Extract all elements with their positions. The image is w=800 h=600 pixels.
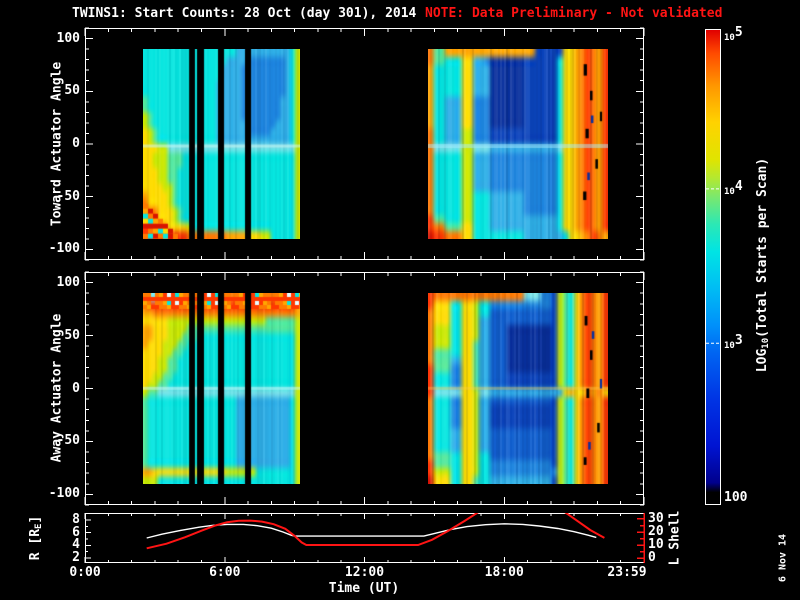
- page-title: TWINS1: Start Counts: 28 Oct (day 301), …: [72, 6, 417, 21]
- x-tick-label: 23:59: [607, 565, 647, 580]
- datestamp: 6 Nov 14: [777, 533, 789, 583]
- heatmap-block-canvas-2: [143, 293, 300, 484]
- colorbar: [705, 29, 721, 505]
- y-tick-label: -100: [48, 241, 80, 257]
- colorbar-tick-label: 100: [724, 489, 748, 505]
- colorbar-tick-label: 104: [724, 178, 743, 197]
- heatmap-block-canvas-3: [428, 293, 608, 484]
- r-tick-label: 8: [72, 511, 80, 527]
- y-tick-label: -50: [56, 188, 80, 204]
- y-tick-label: 0: [72, 136, 80, 151]
- x-tick-label: 18:00: [484, 565, 524, 580]
- colorbar-gradient: [706, 30, 720, 493]
- preliminary-note: NOTE: Data Preliminary - Not validated: [425, 6, 723, 21]
- y-tick-label: -100: [48, 486, 80, 502]
- y-tick-label: 100: [56, 30, 80, 46]
- r-tick-label: 2: [72, 549, 80, 565]
- x-tick-label: 12:00: [344, 565, 385, 580]
- x-tick-label: 0:00: [69, 565, 101, 580]
- y-tick-label: 0: [72, 380, 80, 396]
- l-tick-label: 0: [648, 550, 656, 566]
- heatmap-block-canvas-0: [143, 49, 300, 239]
- colorbar-tick-label: 103: [724, 333, 743, 352]
- heatmap-block-canvas-1: [428, 49, 608, 239]
- x-axis-label: Time (UT): [328, 581, 400, 596]
- y-tick-label: 50: [64, 83, 80, 99]
- y-tick-label: 50: [64, 327, 80, 343]
- colorbar-zero-bin: [706, 492, 720, 504]
- twins-spectrogram-figure: TWINS1: Start Counts: 28 Oct (day 301), …: [0, 0, 800, 600]
- x-tick-label: 6:00: [209, 565, 241, 580]
- y-tick-label: 100: [56, 274, 80, 290]
- y-tick-label: -50: [56, 433, 80, 449]
- colorbar-label: LOG10(Total Starts per Scan): [755, 157, 771, 373]
- colorbar-tick-label: 105: [724, 24, 743, 43]
